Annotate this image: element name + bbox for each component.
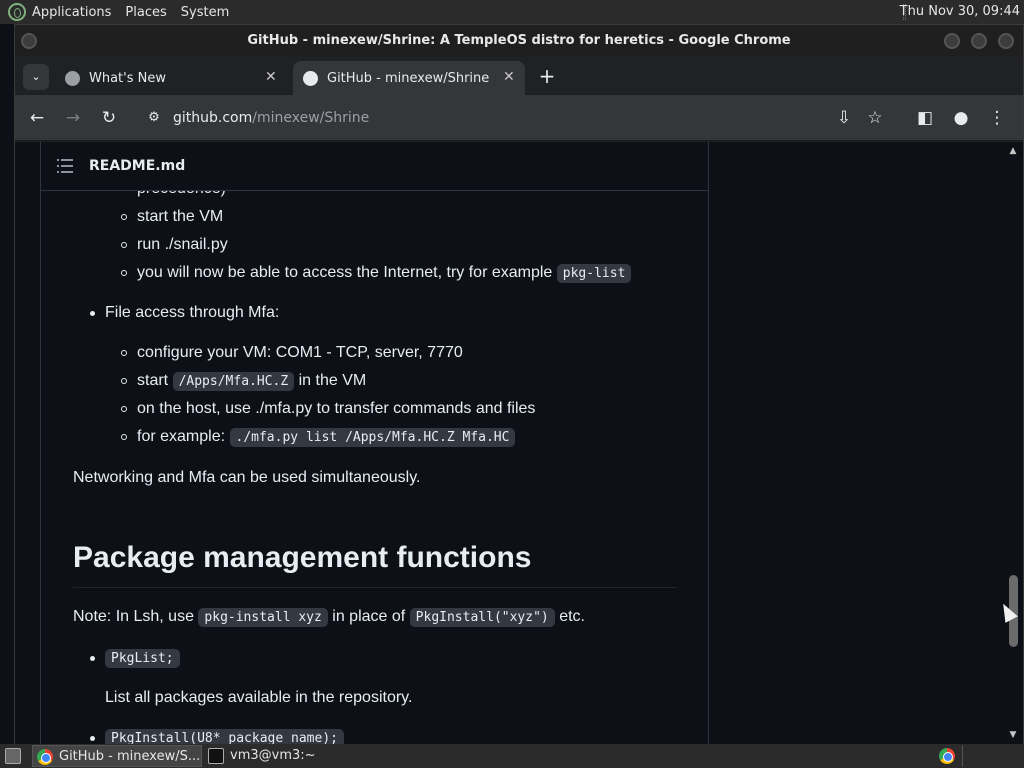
list-item: configure your VM: COM1 - TCP, server, 7… — [137, 344, 463, 361]
window-menu-icon[interactable] — [21, 33, 37, 49]
browser-window: GitHub - minexew/Shrine: A TempleOS dist… — [14, 24, 1024, 745]
inline-code: /Apps/Mfa.HC.Z — [172, 372, 295, 391]
readme-header: README.md — [41, 142, 708, 191]
list-bullet — [90, 736, 95, 741]
menu-applications[interactable]: Applications — [32, 5, 111, 20]
chrome-icon — [37, 748, 53, 765]
readme-filename: README.md — [89, 158, 186, 174]
chrome-icon — [939, 747, 955, 764]
list-item-text: you will now be able to access the Inter… — [137, 264, 553, 281]
bottom-taskbar: GitHub - minexew/S... vm3@vm3:~ — [0, 744, 1024, 768]
list-item: PkgInstall(U8* package_name); — [105, 729, 344, 745]
forward-arrow-icon[interactable]: → — [61, 106, 85, 130]
tab-title: What's New — [89, 71, 166, 86]
reload-icon[interactable]: ↻ — [97, 106, 121, 130]
show-desktop-icon[interactable] — [2, 745, 24, 767]
paragraph: List all packages available in the repos… — [105, 689, 413, 706]
list-bullet — [121, 270, 127, 276]
inline-code: PkgInstall("xyz") — [409, 608, 555, 627]
tab-search-chevron-icon[interactable]: ⌄ — [23, 64, 49, 90]
list-bullet — [121, 350, 127, 356]
panel-clock[interactable]: Thu Nov 30, 09:44 — [900, 4, 1020, 19]
install-app-icon[interactable]: ⇩ — [832, 106, 856, 130]
taskbar-item-label: vm3@vm3:~ — [230, 748, 316, 763]
chrome-favicon-icon — [65, 71, 80, 86]
scroll-down-arrow-icon[interactable]: ▼ — [1008, 730, 1018, 740]
new-tab-plus-icon[interactable]: + — [535, 65, 559, 89]
list-item: start /Apps/Mfa.HC.Z in the VM — [137, 372, 367, 391]
tab-github-shrine[interactable]: GitHub - minexew/Shrine: A T ✕ — [293, 61, 525, 95]
outline-list-icon[interactable] — [57, 159, 73, 173]
scroll-up-arrow-icon[interactable]: ▲ — [1008, 146, 1018, 156]
paragraph: Networking and Mfa can be used simultane… — [73, 469, 421, 486]
tab-close-icon[interactable]: ✕ — [265, 69, 277, 85]
tab-whats-new[interactable]: What's New ✕ — [55, 61, 287, 95]
url-host: github.com — [173, 110, 253, 126]
note-text: Note: In Lsh, use — [73, 608, 194, 625]
heading-rule — [73, 587, 677, 588]
list-item-text: in the VM — [298, 372, 367, 389]
list-item: for example: ./mfa.py list /Apps/Mfa.HC.… — [137, 428, 516, 447]
list-item: File access through Mfa: — [105, 304, 280, 321]
url-text[interactable]: github.com/minexew/Shrine — [173, 110, 369, 126]
side-panel-icon[interactable]: ◧ — [913, 106, 937, 130]
taskbar-item-label: GitHub - minexew/S... — [59, 749, 201, 764]
taskbar-item-terminal[interactable]: vm3@vm3:~ — [204, 745, 374, 767]
terminal-icon — [208, 747, 224, 764]
inline-code: pkg-list — [556, 264, 632, 283]
inline-code: PkgInstall(U8* package_name); — [105, 729, 344, 745]
workspace-switcher[interactable] — [962, 745, 1022, 767]
list-item: you will now be able to access the Inter… — [137, 264, 632, 283]
section-heading: Package management functions — [73, 541, 532, 574]
note-text: in place of — [332, 608, 406, 625]
workspace-chrome-icon[interactable] — [936, 745, 958, 767]
list-item: run ./snail.py — [137, 236, 228, 253]
github-favicon-icon — [303, 71, 318, 86]
menu-places[interactable]: Places — [125, 5, 166, 20]
inline-code: ./mfa.py list /Apps/Mfa.HC.Z Mfa.HC — [229, 428, 516, 447]
window-titlebar[interactable]: GitHub - minexew/Shrine: A TempleOS dist… — [15, 25, 1023, 57]
list-bullet — [121, 434, 127, 440]
browser-toolbar: ← → ↻ ⚙ github.com/minexew/Shrine ⇩ ☆ ◧ … — [15, 95, 1023, 141]
minimize-icon[interactable] — [944, 33, 960, 49]
list-item: start the VM — [137, 208, 224, 225]
inline-code: PkgList; — [105, 649, 180, 668]
bookmark-star-icon[interactable]: ☆ — [863, 106, 887, 130]
tab-title: GitHub - minexew/Shrine: A T — [327, 71, 489, 86]
site-info-tune-icon[interactable]: ⚙ — [143, 107, 165, 129]
list-bullet — [121, 214, 127, 220]
page-content: README.md precedence) start the VM run .… — [15, 142, 1023, 745]
readme-panel: README.md precedence) start the VM run .… — [40, 142, 709, 745]
list-item-text: start — [137, 372, 169, 389]
top-panel: Applications Places System Thu Nov 30, 0… — [0, 0, 1024, 24]
profile-avatar-icon[interactable]: ● — [949, 106, 973, 130]
distro-logo-icon[interactable] — [8, 3, 26, 21]
more-menu-kebab-icon[interactable]: ⋮ — [985, 106, 1009, 130]
list-item: PkgList; — [105, 649, 180, 668]
maximize-icon[interactable] — [971, 33, 987, 49]
address-bar[interactable]: ⚙ github.com/minexew/Shrine — [135, 101, 835, 135]
note-paragraph: Note: In Lsh, use pkg-install xyz in pla… — [73, 608, 585, 627]
list-item-text: for example: — [137, 428, 226, 445]
tab-close-icon[interactable]: ✕ — [503, 69, 515, 85]
close-window-icon[interactable] — [998, 33, 1014, 49]
window-title: GitHub - minexew/Shrine: A TempleOS dist… — [247, 33, 791, 48]
menu-system[interactable]: System — [181, 5, 229, 20]
list-bullet — [121, 406, 127, 412]
url-path: /minexew/Shrine — [252, 110, 370, 126]
taskbar-item-chrome[interactable]: GitHub - minexew/S... — [32, 745, 202, 767]
list-bullet — [121, 378, 127, 384]
page-scrollbar[interactable]: ▲ ▼ — [1004, 142, 1022, 745]
back-arrow-icon[interactable]: ← — [25, 106, 49, 130]
note-text: etc. — [559, 608, 585, 625]
tab-strip: ⌄ What's New ✕ GitHub - minexew/Shrine: … — [15, 57, 1023, 95]
list-bullet — [90, 656, 95, 661]
list-bullet — [121, 242, 127, 248]
inline-code: pkg-install xyz — [198, 608, 328, 627]
list-item: on the host, use ./mfa.py to transfer co… — [137, 400, 536, 417]
list-bullet — [90, 311, 95, 316]
